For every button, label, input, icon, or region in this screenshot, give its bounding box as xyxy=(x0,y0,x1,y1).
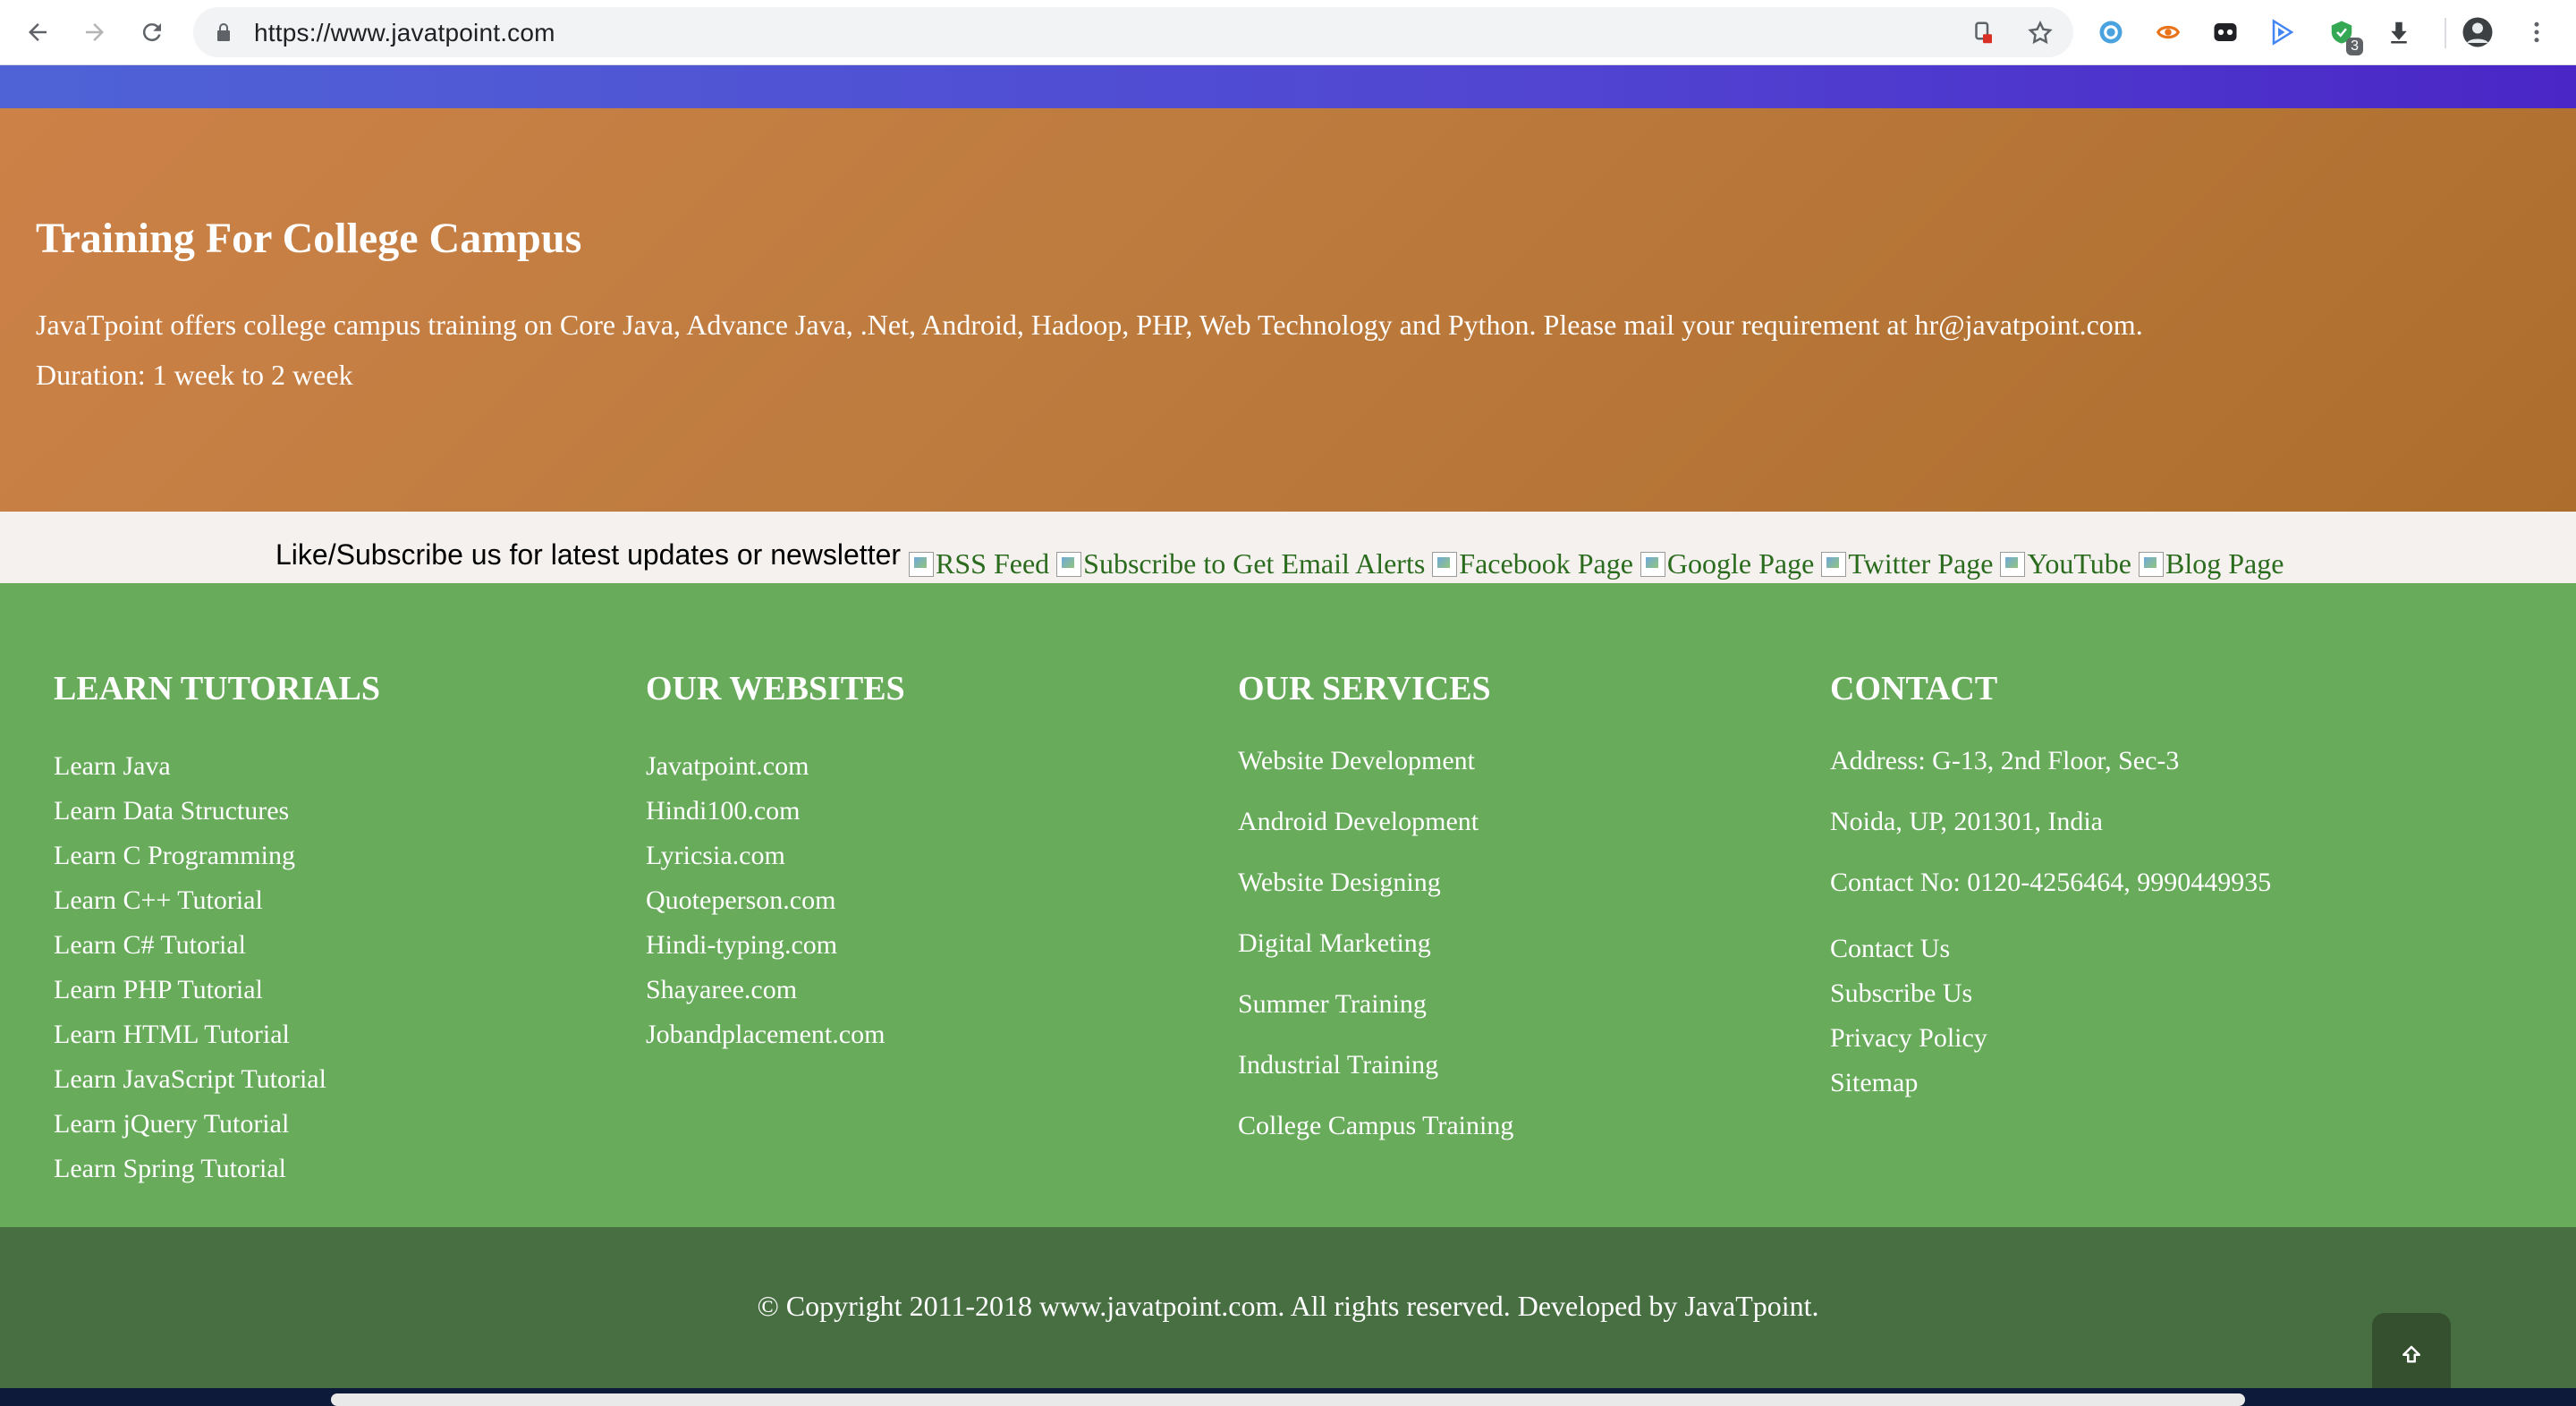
copyright-bar: © Copyright 2011-2018 www.javatpoint.com… xyxy=(0,1227,2576,1388)
footer-link-digital-marketing[interactable]: Digital Marketing xyxy=(1238,928,1431,959)
download-icon[interactable] xyxy=(2383,16,2415,48)
footer-link-hindi100[interactable]: Hindi100.com xyxy=(646,796,801,826)
learn-tutorials-heading: LEARN TUTORIALS xyxy=(54,670,380,707)
forward-arrow-icon xyxy=(86,23,104,41)
footer-link-contact-us[interactable]: Contact Us xyxy=(1830,934,1950,964)
toolbar-separator xyxy=(2445,18,2446,48)
footer-link-hindi-typing[interactable]: Hindi-typing.com xyxy=(646,930,837,961)
footer-link-csharp[interactable]: Learn C# Tutorial xyxy=(54,930,246,961)
subscribe-bar: Like/Subscribe us for latest updates or … xyxy=(0,512,2576,583)
footer-link-industrial-training[interactable]: Industrial Training xyxy=(1238,1050,1438,1080)
google-play-icon[interactable] xyxy=(2267,16,2299,48)
our-services-heading: OUR SERVICES xyxy=(1238,670,1491,707)
footer-link-website-development[interactable]: Website Development xyxy=(1238,746,1475,776)
facebook-page-link[interactable]: Facebook Page xyxy=(1432,547,1633,580)
shield-badge-count: 3 xyxy=(2346,38,2363,55)
reload-button[interactable] xyxy=(132,13,172,52)
footer-link-quoteperson[interactable]: Quoteperson.com xyxy=(646,885,835,916)
email-alerts-link[interactable]: Subscribe to Get Email Alerts xyxy=(1056,547,1425,580)
training-title: Training For College Campus xyxy=(36,215,582,262)
training-duration: Duration: 1 week to 2 week xyxy=(36,359,353,391)
footer-link-c-programming[interactable]: Learn C Programming xyxy=(54,841,295,871)
blog-page-link[interactable]: Blog Page xyxy=(2139,547,2284,580)
broken-image-icon xyxy=(2000,552,2026,577)
footer-link-spring[interactable]: Learn Spring Tutorial xyxy=(54,1154,286,1184)
footer-link-html[interactable]: Learn HTML Tutorial xyxy=(54,1020,290,1050)
arrow-up-icon xyxy=(2402,1345,2420,1363)
address-bar[interactable]: https://www.javatpoint.com xyxy=(193,7,2073,57)
profile-avatar-icon[interactable] xyxy=(2462,16,2494,48)
shield-extension-icon[interactable]: 3 xyxy=(2326,16,2363,55)
subscribe-label: Like/Subscribe us for latest updates or … xyxy=(275,538,902,571)
footer-link-summer-training[interactable]: Summer Training xyxy=(1238,989,1427,1020)
footer-link-privacy-policy[interactable]: Privacy Policy xyxy=(1830,1023,1987,1054)
broken-image-icon xyxy=(1821,552,1847,577)
footer-link-shayaree[interactable]: Shayaree.com xyxy=(646,975,797,1005)
footer-link-cpp[interactable]: Learn C++ Tutorial xyxy=(54,885,263,916)
training-banner: Training For College Campus JavaTpoint o… xyxy=(0,108,2576,512)
back-arrow-icon xyxy=(29,23,47,41)
footer-link-jobandplacement[interactable]: Jobandplacement.com xyxy=(646,1020,885,1050)
bookmark-star-icon[interactable] xyxy=(2027,20,2054,47)
footer-link-javatpoint[interactable]: Javatpoint.com xyxy=(646,751,809,782)
footer-link-subscribe-us[interactable]: Subscribe Us xyxy=(1830,978,1972,1009)
footer-link-lyricsia[interactable]: Lyricsia.com xyxy=(646,841,785,871)
rss-feed-link[interactable]: RSS Feed xyxy=(909,547,1049,580)
ghostery-icon[interactable] xyxy=(2209,16,2241,48)
footer-link-website-designing[interactable]: Website Designing xyxy=(1238,868,1441,898)
broken-image-icon xyxy=(1640,552,1665,577)
footer-link-data-structures[interactable]: Learn Data Structures xyxy=(54,796,289,826)
footer-link-jquery[interactable]: Learn jQuery Tutorial xyxy=(54,1109,289,1139)
footer-link-sitemap[interactable]: Sitemap xyxy=(1830,1068,1918,1098)
footer-link-android-development[interactable]: Android Development xyxy=(1238,807,1479,837)
broken-image-icon xyxy=(1056,552,1082,577)
site-footer: LEARN TUTORIALS Learn Java Learn Data St… xyxy=(0,583,2576,1227)
our-websites-heading: OUR WEBSITES xyxy=(646,670,905,707)
contact-address-line-2: Noida, UP, 201301, India xyxy=(1830,807,2103,836)
footer-link-javascript[interactable]: Learn JavaScript Tutorial xyxy=(54,1064,326,1095)
reload-icon xyxy=(142,23,161,42)
contact-phone: Contact No: 0120-4256464, 9990449935 xyxy=(1830,868,2272,897)
footer-link-php[interactable]: Learn PHP Tutorial xyxy=(54,975,263,1005)
contact-heading: CONTACT xyxy=(1830,670,1998,707)
broken-image-icon xyxy=(1432,552,1458,577)
social-links: RSS Feed Subscribe to Get Email Alerts Fac… xyxy=(909,547,2291,580)
browser-toolbar: https://www.javatpoint.com 3 xyxy=(0,0,2576,65)
site-top-bar xyxy=(0,65,2576,108)
google-page-link[interactable]: Google Page xyxy=(1640,547,1814,580)
contact-address-line-1: Address: G-13, 2nd Floor, Sec-3 xyxy=(1830,746,2180,775)
scroll-to-top-button[interactable] xyxy=(2372,1313,2451,1399)
training-description: JavaTpoint offers college campus trainin… xyxy=(36,309,2143,341)
horizontal-scrollbar[interactable] xyxy=(331,1393,2245,1406)
broken-image-icon xyxy=(2139,552,2164,577)
browser-menu-icon[interactable] xyxy=(2521,16,2553,48)
grammarly-icon[interactable] xyxy=(2095,16,2127,48)
youtube-link[interactable]: YouTube xyxy=(2000,547,2131,580)
site-info-icon[interactable] xyxy=(1970,20,1996,47)
footer-link-learn-java[interactable]: Learn Java xyxy=(54,751,171,782)
copyright-text: © Copyright 2011-2018 www.javatpoint.com… xyxy=(757,1290,1819,1322)
back-button[interactable] xyxy=(18,13,57,52)
window-bottom-edge xyxy=(0,1388,2576,1406)
url-text[interactable]: https://www.javatpoint.com xyxy=(254,19,555,47)
forward-button[interactable] xyxy=(75,13,114,52)
footer-link-college-campus-training[interactable]: College Campus Training xyxy=(1238,1111,1513,1141)
broken-image-icon xyxy=(909,552,934,577)
lock-icon xyxy=(217,23,230,41)
tampermonkey-icon[interactable] xyxy=(2152,16,2184,48)
twitter-page-link[interactable]: Twitter Page xyxy=(1821,547,1993,580)
